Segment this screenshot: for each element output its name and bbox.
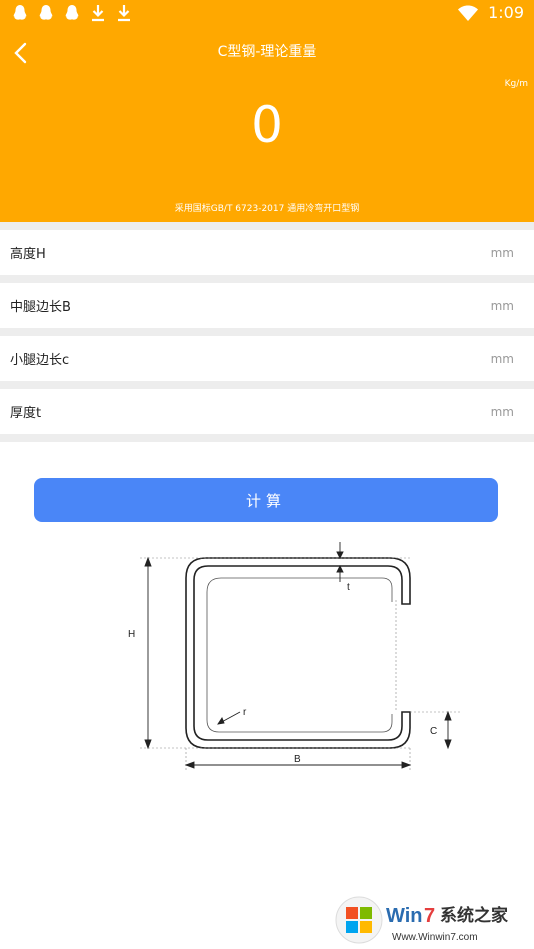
result-header: 1:09 C型钢-理论重量 Kg/m 0 采用国标GB/T 6723-2017 … xyxy=(0,0,534,222)
calculate-button[interactable]: 计算 xyxy=(34,478,498,522)
logo-pane xyxy=(346,907,358,919)
input-form: 高度H mm 中腿边长B mm 小腿边长c mm 厚度t mm xyxy=(0,222,534,442)
c-section-outer xyxy=(185,557,411,749)
divider xyxy=(0,434,534,442)
penguin-icon xyxy=(65,5,79,20)
divider xyxy=(0,222,534,230)
dimension-label-b: B xyxy=(294,754,301,765)
wifi-icon xyxy=(458,5,479,21)
field-thickness[interactable]: 厚度t mm xyxy=(0,389,534,434)
divider xyxy=(0,275,534,283)
field-middle-leg[interactable]: 中腿边长B mm xyxy=(0,283,534,328)
windows-logo-icon xyxy=(335,896,383,944)
c-section-inner xyxy=(206,577,393,733)
thickness-input[interactable] xyxy=(120,397,454,427)
field-label: 高度H xyxy=(10,247,46,262)
watermark-brand-win: Win xyxy=(386,905,422,927)
result-unit: Kg/m xyxy=(504,79,528,89)
field-unit: mm xyxy=(490,298,514,313)
penguin-icon xyxy=(13,5,27,20)
logo-pane xyxy=(346,921,358,933)
watermark-url: Www.Winwin7.com xyxy=(392,932,478,943)
middle-leg-input[interactable] xyxy=(120,291,454,321)
watermark-brand-cn: 系统之家 xyxy=(440,905,508,926)
field-label: 厚度t xyxy=(10,406,42,421)
field-unit: mm xyxy=(490,351,514,366)
penguin-icon xyxy=(39,5,53,20)
logo-pane xyxy=(360,921,372,933)
standard-note: 采用国标GB/T 6723-2017 通用冷弯开口型钢 xyxy=(174,204,360,214)
field-label: 中腿边长B xyxy=(10,300,71,315)
divider xyxy=(0,328,534,336)
dimension-label-c: C xyxy=(430,726,437,737)
field-small-leg[interactable]: 小腿边长c mm xyxy=(0,336,534,381)
small-leg-input[interactable] xyxy=(120,344,454,374)
download-icon xyxy=(92,5,104,22)
divider xyxy=(0,381,534,389)
status-bar: 1:09 xyxy=(0,0,534,28)
watermark-logo: Win 7 系统之家 Www.Winwin7.com xyxy=(335,896,508,944)
watermark-brand-7: 7 xyxy=(424,905,435,927)
result-value: 0 xyxy=(251,96,283,154)
status-time: 1:09 xyxy=(488,3,524,22)
dimension-label-h: H xyxy=(128,629,135,640)
field-label: 小腿边长c xyxy=(10,353,70,368)
page-title: C型钢-理论重量 xyxy=(217,44,317,60)
height-input[interactable] xyxy=(120,238,454,268)
c-channel-diagram: H B C t r xyxy=(128,542,460,772)
dimension-lines xyxy=(144,542,452,769)
field-unit: mm xyxy=(490,245,514,260)
field-height[interactable]: 高度H mm xyxy=(0,230,534,275)
logo-pane xyxy=(360,907,372,919)
dimension-label-r: r xyxy=(243,707,247,718)
dimension-label-t: t xyxy=(347,582,350,593)
field-unit: mm xyxy=(490,404,514,419)
download-icon xyxy=(118,5,130,22)
